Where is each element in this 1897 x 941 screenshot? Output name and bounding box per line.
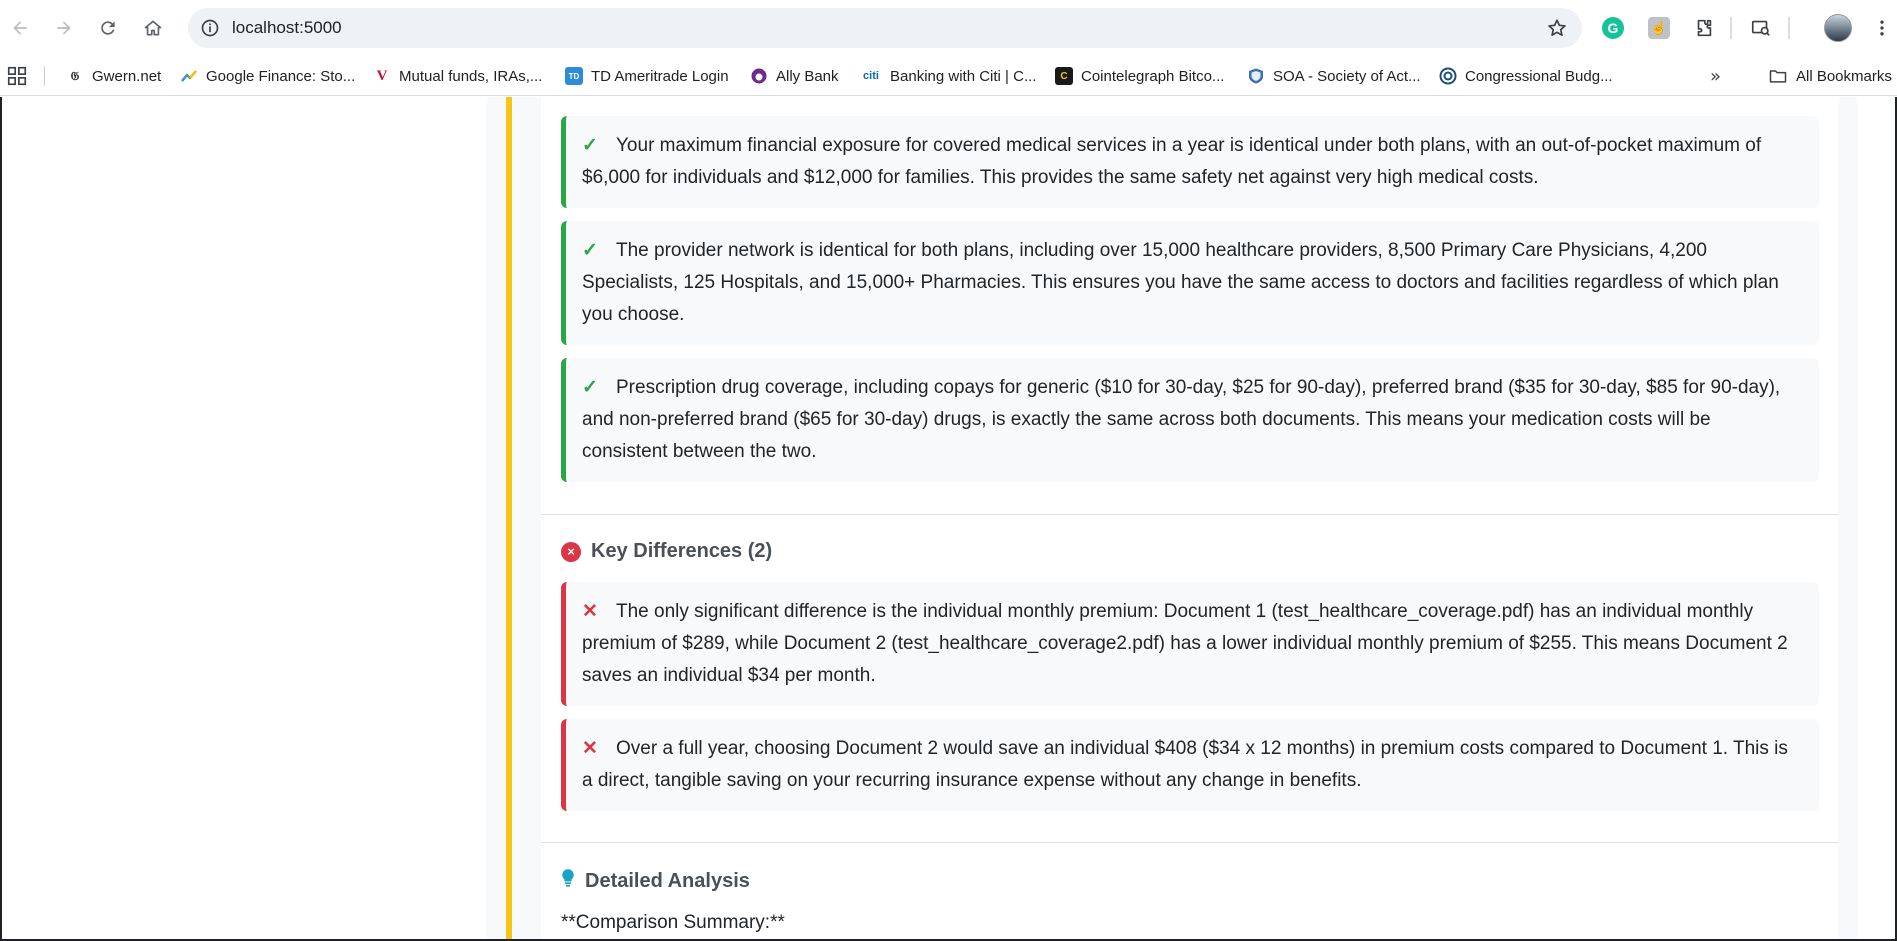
grammarly-extension-icon[interactable]: G xyxy=(1599,14,1627,42)
difference-text: The only significant difference is the i… xyxy=(582,601,1788,686)
arrow-right-icon xyxy=(57,21,71,35)
bookmark-label: SOA - Society of Act... xyxy=(1273,67,1421,85)
citi-icon: citi xyxy=(863,70,879,82)
similarity-item: ✓ Your maximum financial exposure for cov… xyxy=(561,116,1819,208)
bookmark-label: Cointelegraph Bitco... xyxy=(1081,67,1225,85)
bookmark-label: TD Ameritrade Login xyxy=(591,67,729,85)
reload-icon xyxy=(101,21,115,35)
cross-icon: ✕ xyxy=(582,738,598,759)
url-text[interactable]: localhost:5000 xyxy=(232,18,342,38)
td-ameritrade-icon: TD xyxy=(565,67,583,85)
extensions-puzzle-icon[interactable] xyxy=(1690,14,1718,42)
similarity-text: Prescription drug coverage, including co… xyxy=(582,377,1781,462)
bookmark-label: Gwern.net xyxy=(92,67,162,85)
back-button[interactable] xyxy=(2,10,38,46)
home-icon xyxy=(144,20,162,36)
tab-search-icon[interactable] xyxy=(1747,14,1775,42)
arrow-left-icon xyxy=(13,21,27,35)
folder-icon xyxy=(1769,70,1787,83)
bookmark-label: Banking with Citi | C... xyxy=(890,67,1037,85)
soa-icon xyxy=(1247,67,1265,85)
similarity-item: ✓ The provider network is identical for b… xyxy=(561,221,1819,345)
check-icon: ✓ xyxy=(582,135,598,156)
ally-icon xyxy=(750,67,768,85)
x-circle-icon: × xyxy=(561,541,581,562)
cbo-icon xyxy=(1439,67,1457,85)
toolbar-divider xyxy=(1788,17,1790,39)
bookmarks-bar: 𝔊 Gwern.net Google Finance: Sto... V Mut… xyxy=(0,56,1897,96)
bookmark-cointelegraph[interactable]: C Cointelegraph Bitco... xyxy=(1055,56,1224,96)
lightbulb-icon xyxy=(561,868,575,894)
difference-text: Over a full year, choosing Document 2 wo… xyxy=(582,738,1788,791)
forward-button[interactable] xyxy=(46,10,82,46)
page-viewport[interactable]: ✓ Your maximum financial exposure for cov… xyxy=(0,97,1897,941)
bookmark-td-ameritrade[interactable]: TD TD Ameritrade Login xyxy=(565,56,729,96)
check-icon: ✓ xyxy=(582,240,598,261)
bookmark-vanguard[interactable]: V Mutual funds, IRAs,... xyxy=(373,56,543,96)
bookmarks-divider xyxy=(44,67,45,85)
comparison-summary-text: **Comparison Summary:** xyxy=(561,912,785,933)
gwern-icon: 𝔊 xyxy=(70,68,80,83)
all-bookmarks-button[interactable]: All Bookmarks xyxy=(1768,56,1892,96)
cross-icon: ✕ xyxy=(582,601,598,622)
detailed-analysis-title: Detailed Analysis xyxy=(585,869,750,892)
bookmark-star-icon[interactable] xyxy=(1546,17,1568,39)
home-button[interactable] xyxy=(135,10,171,46)
bookmark-google-finance[interactable]: Google Finance: Sto... xyxy=(180,56,355,96)
bookmark-cbo[interactable]: Congressional Budg... xyxy=(1439,56,1613,96)
similarity-text: Your maximum financial exposure for cove… xyxy=(582,135,1762,188)
bookmark-label: Congressional Budg... xyxy=(1465,67,1613,85)
site-info-icon[interactable] xyxy=(200,18,220,38)
check-icon: ✓ xyxy=(582,377,598,398)
bookmark-gwern[interactable]: 𝔊 Gwern.net xyxy=(66,56,161,96)
browser-menu-icon[interactable] xyxy=(1872,14,1892,42)
apps-grid-icon[interactable] xyxy=(6,65,28,87)
google-finance-icon xyxy=(180,67,198,85)
difference-item: ✕ The only significant difference is the … xyxy=(561,582,1819,706)
section-divider xyxy=(541,842,1838,843)
extension-hand-icon[interactable]: ☝ xyxy=(1645,14,1673,42)
bookmark-citi[interactable]: citi Banking with Citi | C... xyxy=(860,56,1036,96)
address-bar[interactable]: localhost:5000 xyxy=(188,8,1582,48)
key-differences-heading: × Key Differences (2) xyxy=(561,540,772,563)
detailed-analysis-heading: Detailed Analysis xyxy=(561,868,750,894)
similarity-item: ✓ Prescription drug coverage, including c… xyxy=(561,358,1819,482)
comparison-accent-bar xyxy=(506,97,512,939)
section-divider xyxy=(541,514,1838,515)
all-bookmarks-label: All Bookmarks xyxy=(1796,67,1892,85)
more-bookmarks-chevron-icon[interactable]: » xyxy=(1710,66,1721,87)
profile-avatar[interactable] xyxy=(1824,14,1852,42)
browser-toolbar: localhost:5000 G ☝ xyxy=(0,0,1897,56)
toolbar-divider xyxy=(1730,17,1732,39)
bookmark-label: Mutual funds, IRAs,... xyxy=(399,67,543,85)
difference-item: ✕ Over a full year, choosing Document 2 w… xyxy=(561,719,1819,811)
vanguard-icon: V xyxy=(376,67,388,84)
reload-button[interactable] xyxy=(90,10,126,46)
bookmark-ally[interactable]: Ally Bank xyxy=(750,56,839,96)
similarity-text: The provider network is identical for bo… xyxy=(582,240,1779,325)
bookmark-label: Google Finance: Sto... xyxy=(206,67,356,85)
key-differences-title: Key Differences (2) xyxy=(591,540,773,562)
bookmark-soa[interactable]: SOA - Society of Act... xyxy=(1247,56,1421,96)
cointelegraph-icon: C xyxy=(1055,67,1073,85)
bookmark-label: Ally Bank xyxy=(776,67,839,85)
